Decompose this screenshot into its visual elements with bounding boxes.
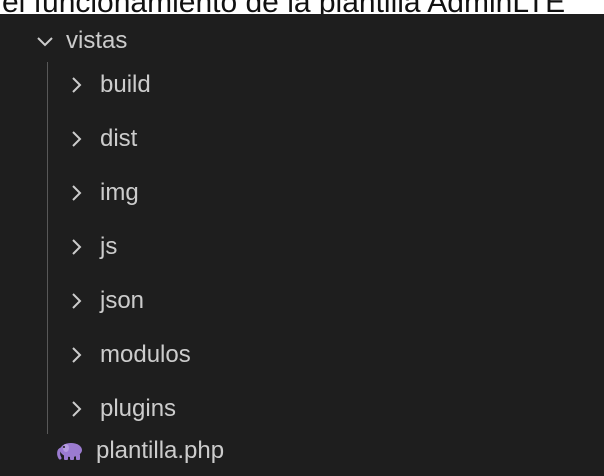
file-explorer: vistas build dist img js json modulos pl… [0,14,604,476]
folder-dist[interactable]: dist [0,114,604,164]
folder-label: js [100,233,118,260]
chevron-right-icon [66,344,88,366]
file-label: plantilla.php [96,437,225,464]
chevron-down-icon [34,30,56,52]
folder-label: json [100,287,145,314]
page: el funcionamiento de la plantilla AdminL… [0,0,604,476]
folder-label: vistas [66,27,128,54]
chevron-right-icon [66,236,88,258]
folder-label: modulos [100,341,191,368]
caption-text: el funcionamiento de la plantilla AdminL… [0,0,604,14]
folder-label: build [100,71,151,98]
folder-label: dist [100,125,138,152]
folder-modulos[interactable]: modulos [0,330,604,380]
chevron-right-icon [66,290,88,312]
chevron-right-icon [66,128,88,150]
chevron-right-icon [66,398,88,420]
folder-label: plugins [100,395,177,422]
folder-img[interactable]: img [0,168,604,218]
folder-build[interactable]: build [0,60,604,110]
folder-vistas[interactable]: vistas [0,16,604,66]
folder-label: img [100,179,139,206]
folder-js[interactable]: js [0,222,604,272]
file-plantilla-php[interactable]: plantilla.php [0,426,604,476]
folder-json[interactable]: json [0,276,604,326]
chevron-right-icon [66,74,88,96]
php-elephant-icon [56,440,84,462]
chevron-right-icon [66,182,88,204]
